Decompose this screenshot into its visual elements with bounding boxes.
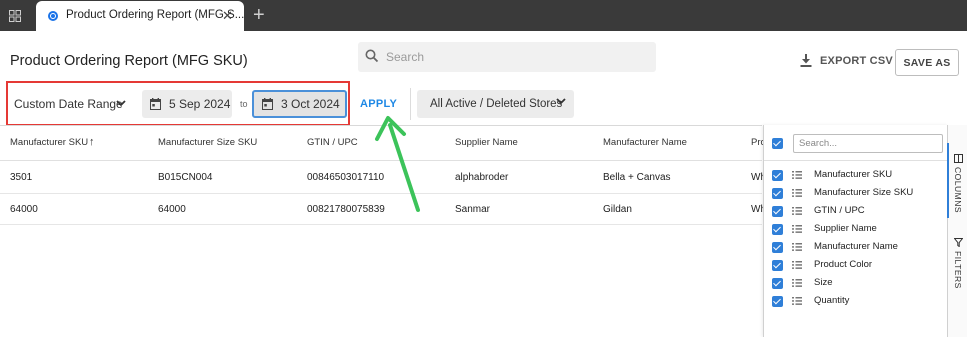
- drag-handle-icon[interactable]: [792, 171, 802, 179]
- table-cell: 64000: [158, 204, 186, 215]
- checkbox[interactable]: [772, 278, 783, 289]
- drag-handle-icon[interactable]: [792, 243, 802, 251]
- checkbox[interactable]: [772, 242, 783, 253]
- column-toggle-supplier-name[interactable]: Supplier Name: [772, 223, 947, 237]
- browser-tab-strip: Product Ordering Report (MFG S... ✕ +: [0, 0, 967, 31]
- column-header-gtin-upc[interactable]: GTIN / UPC: [307, 137, 358, 148]
- checkbox[interactable]: [772, 224, 783, 235]
- table-cell: B015CN004: [158, 172, 213, 183]
- grid-icon: [9, 9, 21, 22]
- stores-select-label: All Active / Deleted Stores: [430, 98, 563, 110]
- chevron-down-icon[interactable]: [116, 100, 126, 107]
- column-toggle-label: Supplier Name: [814, 223, 877, 234]
- table-cell: Gildan: [603, 204, 632, 215]
- column-header-supplier-name[interactable]: Supplier Name: [455, 137, 518, 148]
- chevron-down-icon: [556, 98, 566, 105]
- apply-button[interactable]: APPLY: [360, 98, 397, 110]
- select-all-checkbox[interactable]: [772, 138, 783, 149]
- new-tab-button[interactable]: +: [253, 4, 265, 26]
- drag-handle-icon[interactable]: [792, 189, 802, 197]
- drag-handle-icon[interactable]: [792, 207, 802, 215]
- tab-columns-label: COLUMNS: [953, 167, 963, 214]
- column-toggle-label: Product Color: [814, 259, 873, 270]
- search-icon: [365, 49, 379, 63]
- to-label: to: [240, 99, 248, 109]
- close-icon[interactable]: ✕: [222, 8, 233, 24]
- tab-grid-button[interactable]: [0, 0, 30, 31]
- column-toggle-manufacturer-name[interactable]: Manufacturer Name: [772, 241, 947, 255]
- checkbox[interactable]: [772, 206, 783, 217]
- search-input[interactable]: Search: [358, 42, 656, 72]
- divider: [410, 88, 411, 120]
- date-range-select[interactable]: Custom Date Range: [14, 97, 123, 111]
- page-title: Product Ordering Report (MFG SKU): [10, 53, 248, 69]
- column-toggle-label: Manufacturer Name: [814, 241, 898, 252]
- column-toggle-product-color[interactable]: Product Color: [772, 259, 947, 273]
- column-search-input[interactable]: Search...: [793, 134, 943, 153]
- drag-handle-icon[interactable]: [792, 225, 802, 233]
- column-header-manufacturer-name[interactable]: Manufacturer Name: [603, 137, 687, 148]
- checkbox[interactable]: [772, 188, 783, 199]
- sort-ascending-icon[interactable]: ↑: [89, 136, 95, 148]
- active-tab-indicator: [947, 143, 949, 218]
- date-range-label: Custom Date Range: [14, 97, 123, 111]
- column-header-manufacturer-sku[interactable]: Manufacturer SKU: [10, 137, 88, 148]
- column-toggle-label: Quantity: [814, 295, 850, 306]
- table-cell: 3501: [10, 172, 33, 183]
- export-csv-label: EXPORT CSV: [820, 54, 893, 67]
- tab-columns[interactable]: COLUMNS: [953, 154, 963, 213]
- column-toggle-label: Size: [814, 277, 833, 288]
- download-icon: [800, 54, 812, 67]
- calendar-icon: [150, 98, 161, 110]
- column-toggle-manufacturer-sku[interactable]: Manufacturer SKU: [772, 169, 947, 183]
- start-date-value: 5 Sep 2024: [169, 97, 231, 111]
- checkbox[interactable]: [772, 170, 783, 181]
- column-toggle-label: Manufacturer SKU: [814, 169, 893, 180]
- row-divider: [0, 224, 762, 225]
- export-csv-button[interactable]: EXPORT CSV: [800, 54, 893, 67]
- column-header-manufacturer-size-sku[interactable]: Manufacturer Size SKU: [158, 137, 257, 148]
- start-date-field[interactable]: 5 Sep 2024: [142, 90, 232, 118]
- tab-filters[interactable]: FILTERS: [953, 238, 963, 289]
- columns-icon: [953, 154, 963, 163]
- stores-select[interactable]: All Active / Deleted Stores: [417, 90, 574, 118]
- calendar-icon: [262, 98, 273, 110]
- table-cell: 00821780075839: [307, 204, 385, 215]
- table-cell: Bella + Canvas: [603, 172, 671, 183]
- checkbox[interactable]: [772, 296, 783, 307]
- tab-filters-label: FILTERS: [953, 251, 963, 289]
- row-divider: [0, 193, 762, 194]
- end-date-value: 3 Oct 2024: [281, 97, 340, 111]
- drag-handle-icon[interactable]: [792, 261, 802, 269]
- header-divider: [0, 160, 762, 161]
- table-cell: Sanmar: [455, 204, 491, 215]
- column-toggle-manufacturer-size-sku[interactable]: Manufacturer Size SKU: [772, 187, 947, 201]
- column-toggle-size[interactable]: Size: [772, 277, 947, 291]
- table-cell: 64000: [10, 204, 38, 215]
- drag-handle-icon[interactable]: [792, 279, 802, 287]
- filter-icon: [953, 238, 963, 247]
- search-placeholder: Search: [386, 50, 425, 64]
- radio-dot-icon: [48, 11, 58, 21]
- end-date-field[interactable]: 3 Oct 2024: [252, 90, 347, 118]
- column-toggle-label: GTIN / UPC: [814, 205, 865, 216]
- table-top-border: [0, 125, 762, 126]
- table-cell: alphabroder: [455, 172, 509, 183]
- divider: [764, 160, 947, 161]
- column-toggle-label: Manufacturer Size SKU: [814, 187, 914, 198]
- drag-handle-icon[interactable]: [792, 297, 802, 305]
- browser-tab-active[interactable]: Product Ordering Report (MFG S... ✕: [36, 1, 244, 31]
- column-toggle-quantity[interactable]: Quantity: [772, 295, 947, 309]
- tab-title: Product Ordering Report (MFG S...: [66, 9, 245, 21]
- checkbox[interactable]: [772, 260, 783, 271]
- column-toggle-gtin-upc[interactable]: GTIN / UPC: [772, 205, 947, 219]
- table-cell: 00846503017110: [307, 172, 385, 183]
- save-as-button[interactable]: SAVE AS: [895, 49, 959, 76]
